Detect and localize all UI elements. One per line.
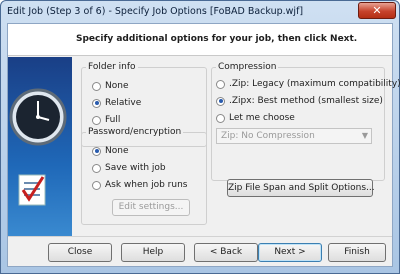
close-button[interactable]: Close: [48, 243, 112, 262]
compression-zip-legacy-radio[interactable]: .Zip: Legacy (maximum compatibility): [216, 79, 400, 89]
folder-info-full-radio[interactable]: Full: [92, 115, 120, 125]
folder-info-label: Folder info: [86, 62, 138, 72]
compression-zipx-best-label: .Zipx: Best method (smallest size): [229, 96, 383, 106]
radio-indicator[interactable]: [92, 115, 101, 125]
compression-group: Compression .Zip: Legacy (maximum compat…: [211, 62, 400, 181]
password-encryption-label: Password/encryption: [86, 127, 184, 137]
folder-info-none-radio[interactable]: None: [92, 81, 128, 91]
password-ask-when-job-runs-radio[interactable]: Ask when job runs: [92, 180, 187, 190]
window-title: Edit Job (Step 3 of 6) - Specify Job Opt…: [7, 6, 304, 17]
compression-zip-legacy-label: .Zip: Legacy (maximum compatibility): [229, 79, 400, 89]
zip-span-split-options-button[interactable]: Zip File Span and Split Options...: [227, 179, 375, 197]
footer-separator: [8, 236, 392, 237]
checklist-document-icon: [18, 174, 46, 206]
radio-indicator[interactable]: [92, 81, 101, 91]
folder-info-full-label: Full: [105, 115, 121, 125]
header-panel: Specify additional options for your job,…: [8, 24, 392, 56]
title-bar[interactable]: Edit Job (Step 3 of 6) - Specify Job Opt…: [1, 1, 399, 23]
next-button[interactable]: Next >: [258, 243, 322, 262]
dialog-window: Edit Job (Step 3 of 6) - Specify Job Opt…: [0, 0, 400, 274]
folder-info-none-label: None: [105, 81, 129, 91]
radio-indicator[interactable]: [92, 146, 101, 156]
edit-settings-button[interactable]: Edit settings...: [112, 199, 190, 216]
compression-method-select[interactable]: Zip: No Compression ▼: [216, 128, 372, 144]
compression-let-me-choose-radio[interactable]: Let me choose: [216, 113, 295, 123]
window-close-button[interactable]: ✕: [358, 2, 396, 19]
chevron-down-icon[interactable]: ▼: [362, 129, 368, 143]
radio-indicator[interactable]: [216, 113, 225, 123]
radio-indicator[interactable]: [92, 98, 101, 108]
folder-info-relative-label: Relative: [105, 98, 142, 108]
compression-label: Compression: [216, 62, 279, 72]
back-button[interactable]: < Back: [194, 243, 258, 262]
instruction-text: Specify additional options for your job,…: [76, 34, 358, 44]
side-banner: [8, 57, 72, 237]
password-none-radio[interactable]: None: [92, 146, 128, 156]
help-button[interactable]: Help: [121, 243, 185, 262]
password-encryption-group: Password/encryption None Save with job A…: [81, 127, 207, 225]
compression-method-value: Zip: No Compression: [221, 131, 315, 141]
radio-indicator[interactable]: [216, 96, 225, 106]
radio-indicator[interactable]: [216, 79, 225, 89]
password-ask-label: Ask when job runs: [105, 180, 188, 190]
compression-zipx-best-radio[interactable]: .Zipx: Best method (smallest size): [216, 96, 383, 106]
clock-icon: [9, 88, 67, 146]
compression-let-me-choose-label: Let me choose: [229, 113, 295, 123]
password-save-with-job-radio[interactable]: Save with job: [92, 163, 166, 173]
folder-info-relative-radio[interactable]: Relative: [92, 98, 141, 108]
radio-indicator[interactable]: [92, 163, 101, 173]
dialog-client: Specify additional options for your job,…: [7, 23, 400, 267]
password-save-with-job-label: Save with job: [105, 163, 166, 173]
finish-button[interactable]: Finish: [328, 243, 386, 262]
radio-indicator[interactable]: [92, 180, 101, 190]
password-none-label: None: [105, 146, 129, 156]
